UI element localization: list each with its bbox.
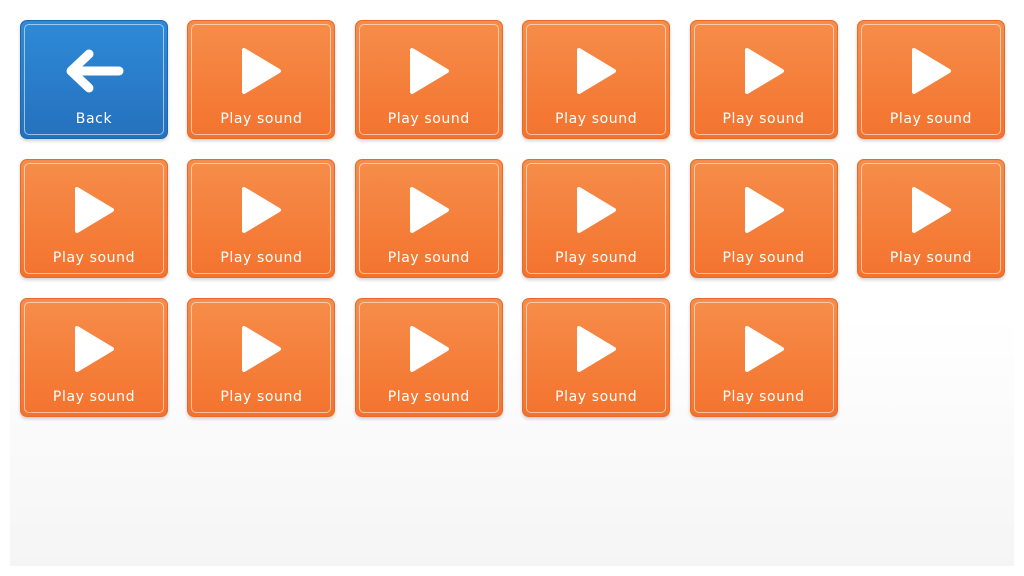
play-sound-button[interactable]: Play sound [187,159,336,278]
play-sound-button[interactable]: Play sound [187,298,336,417]
play-sound-button[interactable]: Play sound [187,20,336,139]
play-icon [523,325,669,373]
play-sound-label: Play sound [555,111,638,127]
play-icon [858,47,1004,95]
play-icon [356,47,502,95]
play-sound-button[interactable]: Play sound [856,159,1005,278]
play-sound-label: Play sound [387,250,470,266]
play-icon [691,186,837,234]
play-sound-label: Play sound [722,111,805,127]
play-sound-label: Play sound [889,250,973,266]
play-sound-label: Play sound [220,111,303,127]
play-icon [858,186,1004,234]
play-sound-button[interactable]: Play sound [20,298,168,417]
play-sound-label: Play sound [555,389,638,405]
play-sound-label: Play sound [889,111,973,127]
back-label: Back [75,111,113,127]
arrow-left-icon [21,47,167,95]
play-sound-button[interactable]: Play sound [689,20,838,139]
play-sound-button[interactable]: Play sound [354,298,503,417]
play-icon [21,325,167,373]
tile-grid: Back Play sound Play sound Play sound Pl [20,20,1005,417]
play-icon [188,325,334,373]
play-sound-label: Play sound [387,111,470,127]
play-sound-label: Play sound [52,250,136,266]
play-icon [21,186,167,234]
play-sound-button[interactable]: Play sound [20,159,168,278]
play-sound-button[interactable]: Play sound [856,20,1005,139]
play-sound-button[interactable]: Play sound [354,159,503,278]
play-sound-button[interactable]: Play sound [689,159,838,278]
play-sound-label: Play sound [722,389,805,405]
play-sound-label: Play sound [220,250,303,266]
sound-board: Back Play sound Play sound Play sound Pl [10,10,1014,566]
play-sound-label: Play sound [220,389,303,405]
play-icon [523,186,669,234]
play-sound-label: Play sound [722,250,805,266]
play-sound-label: Play sound [52,389,136,405]
play-icon [188,186,334,234]
play-icon [523,47,669,95]
play-sound-button[interactable]: Play sound [522,298,671,417]
play-sound-button[interactable]: Play sound [522,159,671,278]
play-sound-button[interactable]: Play sound [354,20,503,139]
back-button[interactable]: Back [20,20,168,139]
play-sound-button[interactable]: Play sound [522,20,671,139]
play-icon [356,325,502,373]
play-icon [691,325,837,373]
play-icon [691,47,837,95]
play-sound-button[interactable]: Play sound [689,298,838,417]
play-sound-label: Play sound [555,250,638,266]
play-icon [356,186,502,234]
play-sound-label: Play sound [387,389,470,405]
play-icon [188,47,334,95]
